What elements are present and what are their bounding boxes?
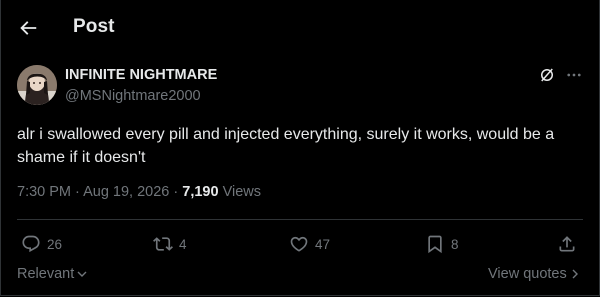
post-date[interactable]: Aug 19, 2026 [83, 184, 169, 200]
header: Post [0, 0, 600, 54]
post-time[interactable]: 7:30 PM [17, 184, 71, 200]
bookmark-count: 8 [451, 236, 459, 252]
avatar[interactable] [17, 65, 57, 105]
more-options-icon[interactable] [565, 66, 583, 84]
like-button[interactable]: 47 [289, 233, 330, 255]
reply-count: 26 [47, 236, 63, 252]
author-handle[interactable]: @MSNightmare2000 [65, 88, 201, 104]
heart-icon [290, 236, 308, 252]
views-label: Views [222, 184, 262, 200]
post-meta: 7:30 PM · Aug 19, 2026 · 7,190 Views [17, 184, 261, 200]
reply-icon [22, 235, 40, 253]
meta-separator: · [173, 184, 183, 200]
chevron-down-icon [77, 271, 87, 277]
bookmark-button[interactable]: 8 [425, 233, 459, 255]
chevron-right-icon [572, 269, 578, 279]
view-quotes-label: View quotes [488, 266, 567, 282]
repost-button[interactable]: 4 [153, 233, 187, 255]
page-title: Post [73, 16, 115, 37]
grok-icon[interactable] [538, 66, 556, 84]
views-count: 7,190 [182, 184, 219, 200]
author-name[interactable]: INFINITE NIGHTMARE [65, 67, 217, 83]
repost-count: 4 [179, 236, 187, 252]
view-quotes-link[interactable]: View quotes [488, 266, 581, 282]
repost-icon [153, 237, 173, 251]
sort-label: Relevant [17, 266, 75, 282]
bookmark-icon [428, 235, 442, 254]
meta-separator: · [75, 184, 84, 200]
like-count: 47 [315, 236, 331, 252]
share-icon [559, 236, 575, 252]
sort-relevant-dropdown[interactable]: Relevant [17, 266, 88, 282]
share-button[interactable] [557, 233, 577, 255]
post-text: alr i swallowed every pill and injected … [17, 126, 555, 166]
arrow-left-icon[interactable] [17, 17, 39, 39]
divider [17, 219, 583, 220]
reply-button[interactable]: 26 [21, 233, 62, 255]
